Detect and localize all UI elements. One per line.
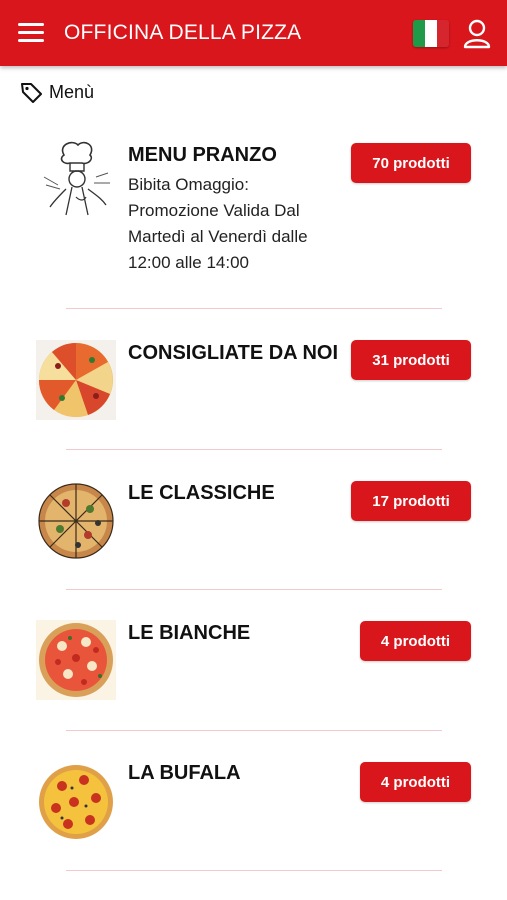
category-menu-pranzo[interactable]: MENU PRANZO Bibita Omaggio: Promozione V…: [0, 135, 507, 295]
divider: [66, 449, 442, 450]
chef-sketch-image: [36, 137, 116, 217]
divider: [66, 730, 442, 731]
mixed-pizza-slices-image: [36, 340, 116, 420]
category-title: LE BIANCHE: [128, 622, 251, 644]
category-title: LE CLASSICHE: [128, 482, 275, 504]
tag-icon: [21, 83, 42, 103]
divider: [66, 870, 442, 871]
breadcrumb-label: Menù: [49, 81, 95, 102]
category-le-bianche[interactable]: LE BIANCHE 4 prodotti: [0, 616, 507, 716]
category-la-bufala[interactable]: LA BUFALA 4 prodotti: [0, 757, 507, 857]
products-count-button[interactable]: 4 prodotti: [360, 762, 471, 802]
italian-flag-icon[interactable]: [413, 20, 449, 47]
category-title: LA BUFALA: [128, 762, 241, 784]
pepperoni-pizza-image: [36, 762, 116, 842]
products-count-button[interactable]: 70 prodotti: [351, 143, 471, 183]
category-title: MENU PRANZO: [128, 144, 277, 166]
divider: [66, 589, 442, 590]
hamburger-menu-icon[interactable]: [18, 22, 44, 44]
category-title: CONSIGLIATE DA NOI: [128, 342, 338, 364]
user-profile-icon[interactable]: [463, 19, 491, 49]
classic-pizza-image: [36, 481, 116, 561]
products-count-button[interactable]: 4 prodotti: [360, 621, 471, 661]
products-count-button[interactable]: 17 prodotti: [351, 481, 471, 521]
top-app-bar: OFFICINA DELLA PIZZA: [0, 0, 507, 66]
category-le-classiche[interactable]: LE CLASSICHE 17 prodotti: [0, 476, 507, 576]
category-consigliate-da-noi[interactable]: CONSIGLIATE DA NOI 31 prodotti: [0, 335, 507, 435]
app-title: OFFICINA DELLA PIZZA: [64, 21, 302, 44]
breadcrumb: Menù: [20, 80, 94, 104]
category-description: Bibita Omaggio: Promozione Valida Dal Ma…: [128, 175, 308, 272]
divider: [66, 308, 442, 309]
pizza-bianca-image: [36, 620, 116, 700]
products-count-button[interactable]: 31 prodotti: [351, 340, 471, 380]
